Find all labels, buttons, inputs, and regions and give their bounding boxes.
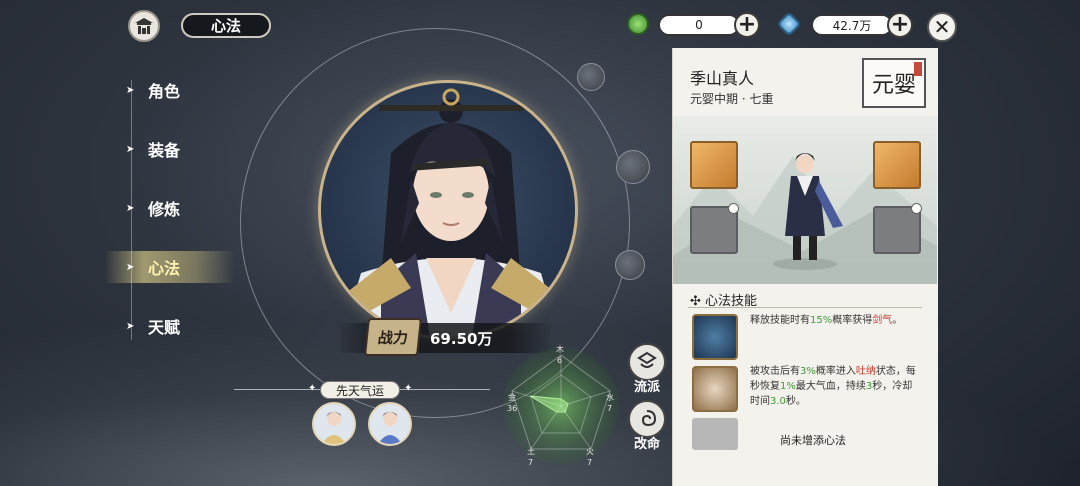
character-portrait-art [342, 88, 560, 337]
nav-item-label: 天赋 [148, 318, 181, 337]
moon-icon [577, 63, 605, 91]
radar-value-wood: 6 [557, 356, 563, 365]
school-label: 流派 [633, 380, 660, 395]
lock-icon [728, 203, 739, 214]
currency2-value: 42.7万 [811, 14, 893, 36]
nav-item-cultivation[interactable]: ➤ 修炼 [126, 195, 180, 221]
nav-item-role[interactable]: ➤ 角色 [126, 77, 180, 103]
temple-icon [135, 18, 153, 34]
home-button[interactable] [128, 10, 160, 42]
chevron-right-icon: ➤ [126, 261, 135, 273]
fate-swirl-icon [641, 410, 657, 427]
add-currency1-button[interactable]: + [734, 12, 760, 38]
moon-icon [615, 250, 645, 280]
radar-value-earth: 7 [528, 458, 534, 467]
nav-item-label: 装备 [148, 141, 181, 160]
character-name: 季山真人 [690, 69, 755, 88]
radar-label-fire: 火 [586, 447, 594, 456]
character-portrait [318, 80, 578, 340]
page-title: 心法 [181, 13, 271, 38]
skill-icon-sword[interactable] [692, 314, 738, 360]
nav-item-label: 心法 [148, 259, 181, 278]
empty-skill-text: 尚未增添心法 [780, 434, 846, 447]
seal-stamp-icon [914, 62, 922, 76]
close-icon: ✕ [933, 15, 951, 39]
fortune-avatar[interactable] [312, 402, 356, 446]
skill-icon-breathing[interactable] [692, 366, 738, 412]
sparkle-icon: ✦ [308, 383, 317, 394]
close-button[interactable]: ✕ [927, 12, 957, 42]
radar-label-earth: 土 [527, 447, 535, 456]
radar-value-water: 7 [607, 404, 613, 413]
fortune-avatar[interactable] [368, 402, 412, 446]
sparkle-icon: ✦ [404, 383, 413, 394]
nav-item-label: 角色 [148, 82, 181, 101]
skill-description-2: 被攻击后有3%概率进入吐纳状态，每秒恢复1%最大气血，持续3秒，冷却时间3.0秒… [750, 366, 916, 407]
change-fate-label: 改命 [633, 437, 660, 452]
fortune-label: 先天气运 [320, 381, 400, 399]
section-divider [688, 307, 922, 308]
fortune-avatar-icon [378, 412, 402, 444]
skill-description-1: 释放技能时有15%概率获得剑气。 [750, 315, 903, 326]
radar-label-metal: 金 [508, 393, 516, 402]
nav-item-label: 修炼 [148, 200, 181, 219]
radar-label-water: 水 [606, 393, 614, 402]
chevron-right-icon: ➤ [126, 202, 135, 214]
chevron-right-icon: ➤ [126, 84, 135, 96]
chevron-right-icon: ➤ [126, 143, 135, 155]
school-icon [637, 351, 657, 368]
lock-icon [911, 203, 922, 214]
equip-slot-2[interactable] [873, 141, 921, 189]
chevron-right-icon: ➤ [126, 320, 135, 332]
empty-skill-slot[interactable] [692, 418, 738, 450]
radar-value-fire: 7 [587, 458, 593, 467]
character-realm: 元婴中期 · 七重 [690, 92, 774, 106]
jade-coin-icon [627, 13, 649, 35]
moon-icon [616, 150, 650, 184]
radar-label-wood: 木 [556, 345, 564, 354]
equip-slot-1[interactable] [690, 141, 738, 189]
nav-item-equipment[interactable]: ➤ 装备 [126, 136, 180, 162]
nav-item-mind-method[interactable]: ➤ 心法 [126, 254, 180, 280]
power-value: 69.50万 [430, 330, 493, 348]
nav-item-talent[interactable]: ➤ 天赋 [126, 313, 180, 339]
spirit-stone-icon [776, 11, 802, 37]
currency1-value: 0 [658, 14, 740, 36]
power-label: 战力 [364, 318, 422, 356]
add-currency2-button[interactable]: + [887, 12, 913, 38]
radar-value-metal: 36 [507, 404, 518, 413]
fortune-avatar-icon [322, 412, 346, 444]
